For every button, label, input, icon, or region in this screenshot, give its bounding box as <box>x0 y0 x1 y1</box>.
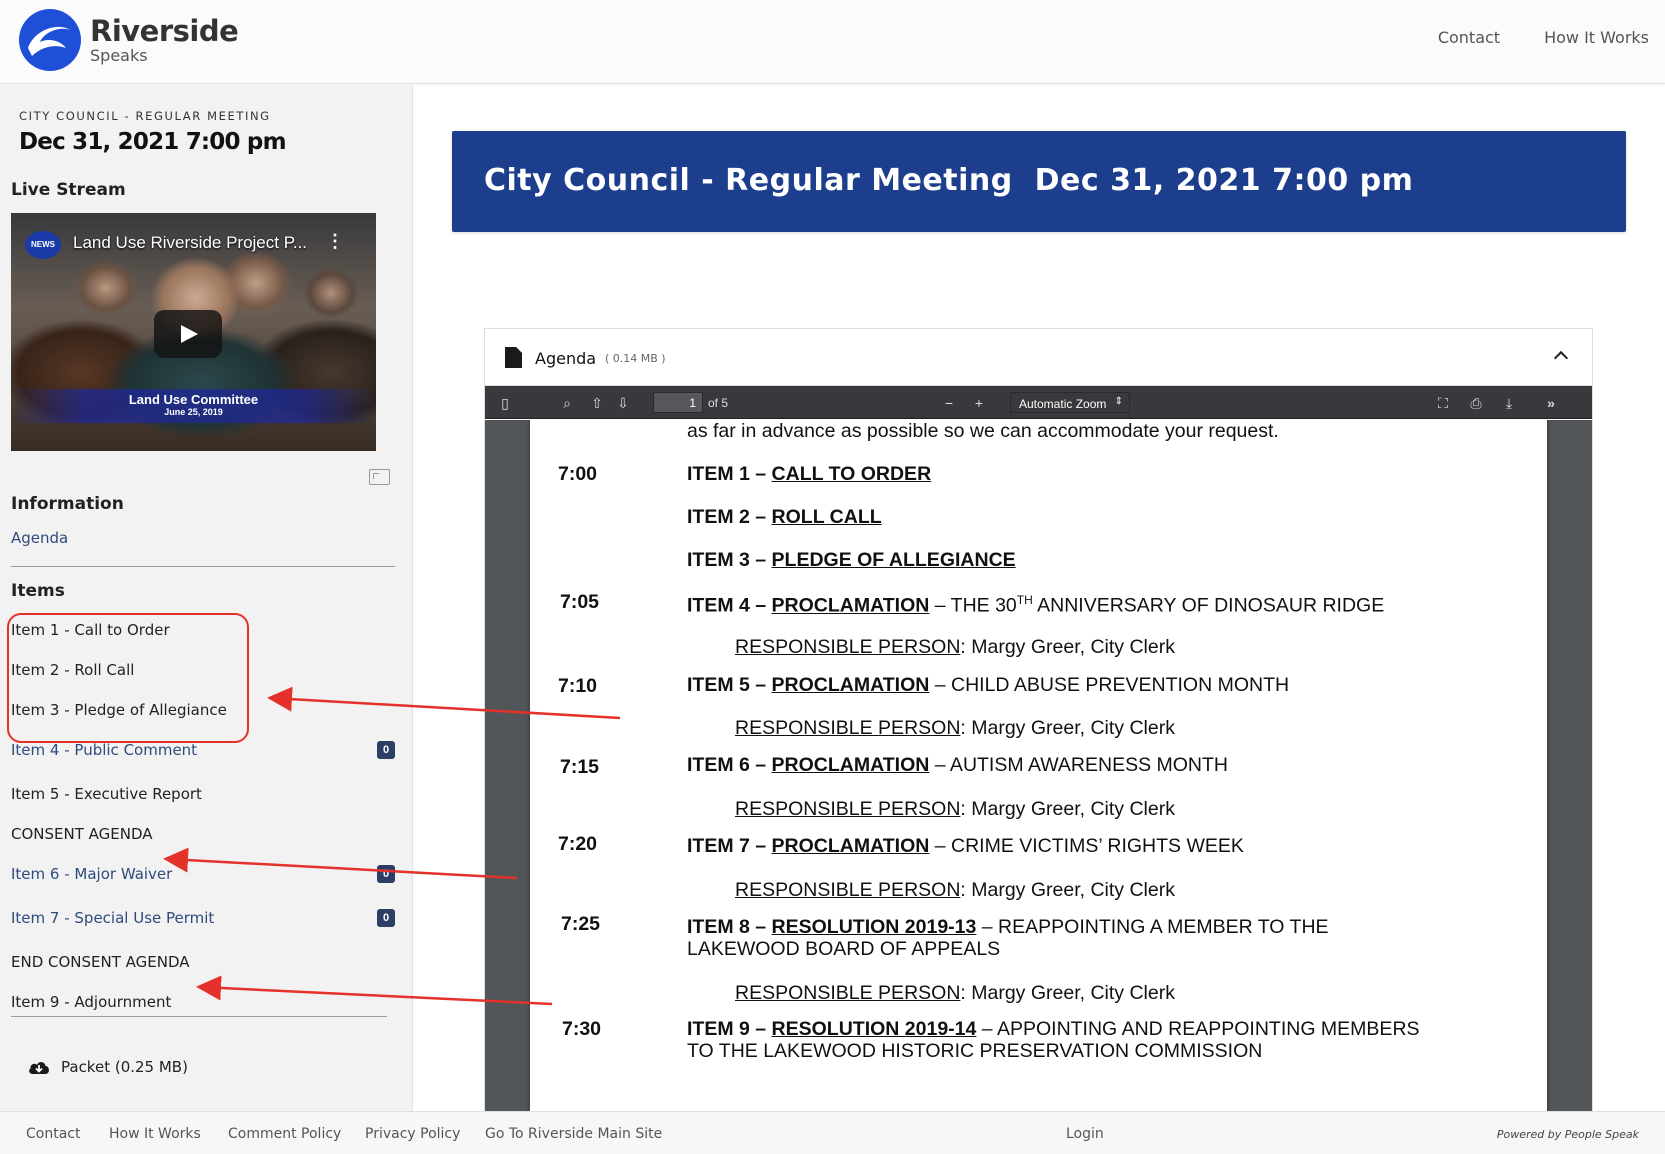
logo-name: Riverside <box>90 13 239 48</box>
print-icon[interactable]: ⎙ <box>1468 395 1484 411</box>
agenda-link[interactable]: Agenda <box>11 529 68 547</box>
fullscreen-icon[interactable]: ⛶ <box>1435 395 1451 411</box>
consent-agenda-label: CONSENT AGENDA <box>11 825 153 843</box>
more-tools-icon[interactable]: » <box>1543 395 1559 411</box>
footer-contact[interactable]: Contact <box>26 1126 80 1142</box>
video-title[interactable]: Land Use Riverside Project P... <box>73 233 307 253</box>
item-public-comment[interactable]: Item 4 - Public Comment <box>11 741 197 759</box>
meeting-banner: City Council - Regular Meeting Dec 31, 2… <box>452 131 1626 232</box>
agenda-item-7: ITEM 7 – PROCLAMATION – CRIME VICTIMS’ R… <box>687 835 1244 857</box>
document-size: ( 0.14 MB ) <box>605 352 666 365</box>
responsible-person: RESPONSIBLE PERSON: Margy Greer, City Cl… <box>735 982 1175 1004</box>
item-executive-report[interactable]: Item 5 - Executive Report <box>11 785 202 803</box>
page-count: of 5 <box>708 396 729 410</box>
next-page-icon[interactable]: ⇩ <box>615 395 631 411</box>
responsible-person: RESPONSIBLE PERSON: Margy Greer, City Cl… <box>735 879 1175 901</box>
agenda-item-8: ITEM 8 – RESOLUTION 2019-13 – REAPPOINTI… <box>687 916 1329 938</box>
item-special-use-permit[interactable]: Item 7 - Special Use Permit <box>11 909 214 927</box>
sidebar: CITY COUNCIL - REGULAR MEETING Dec 31, 2… <box>0 85 413 1111</box>
zoom-select[interactable]: Automatic Zoom ⇕ <box>1010 392 1130 413</box>
page-number-input[interactable]: 1 <box>653 392 703 413</box>
agenda-item-9-line2: TO THE LAKEWOOD HISTORIC PRESERVATION CO… <box>687 1040 1263 1062</box>
download-icon[interactable]: ⤓ <box>1501 395 1517 411</box>
divider <box>11 566 395 567</box>
banner-title: City Council - Regular Meeting Dec 31, 2… <box>484 163 1414 198</box>
collapse-chevron-icon[interactable] <box>1553 350 1569 366</box>
responsible-person: RESPONSIBLE PERSON: Margy Greer, City Cl… <box>735 798 1175 820</box>
responsible-person: RESPONSIBLE PERSON: Margy Greer, City Cl… <box>735 717 1175 739</box>
agenda-item-9: ITEM 9 – RESOLUTION 2019-14 – APPOINTING… <box>687 1018 1420 1040</box>
item-major-waiver[interactable]: Item 6 - Major Waiver <box>11 865 172 883</box>
divider <box>11 1016 387 1017</box>
responsible-person: RESPONSIBLE PERSON: Margy Greer, City Cl… <box>735 636 1175 658</box>
live-stream-video[interactable]: NEWS Land Use Riverside Project P... ⋮ L… <box>11 213 376 451</box>
nav-how-it-works[interactable]: How It Works <box>1544 28 1649 47</box>
pdf-intro-text: as far in advance as possible so we can … <box>687 420 1279 442</box>
end-consent-agenda-label: END CONSENT AGENDA <box>11 953 190 971</box>
annotation-box <box>7 613 249 743</box>
footer-main-site[interactable]: Go To Riverside Main Site <box>485 1126 662 1142</box>
zoom-value: Automatic Zoom <box>1019 397 1107 411</box>
top-nav: Contact How It Works <box>1394 28 1649 47</box>
riverside-logo-icon <box>19 9 81 71</box>
pdf-toolbar: ▯ ⌕ ⇧ ⇩ 1 of 5 − + Automatic Zoom ⇕ ⛶ ⎙ ⤓… <box>485 386 1592 419</box>
time-label: 7:15 <box>560 756 600 778</box>
video-lower-third: Land Use Committee June 25, 2019 <box>11 389 376 423</box>
document-title: Agenda <box>535 349 597 368</box>
agenda-document-panel: Agenda ( 0.14 MB ) ▯ ⌕ ⇧ ⇩ 1 of 5 − + Au… <box>484 328 1593 1111</box>
zoom-in-icon[interactable]: + <box>971 395 987 411</box>
agenda-item-5: ITEM 5 – PROCLAMATION – CHILD ABUSE PREV… <box>687 674 1290 696</box>
agenda-item-6: ITEM 6 – PROCLAMATION – AUTISM AWARENESS… <box>687 754 1229 776</box>
time-label: 7:20 <box>558 833 598 855</box>
footer-privacy-policy[interactable]: Privacy Policy <box>365 1126 460 1142</box>
play-button-icon[interactable] <box>154 310 222 358</box>
top-header: Riverside Speaks Contact How It Works <box>0 0 1665 84</box>
comment-count-badge: 0 <box>377 865 395 883</box>
meeting-date: Dec 31, 2021 7:00 pm <box>19 129 287 155</box>
document-header[interactable]: Agenda ( 0.14 MB ) <box>485 329 1592 386</box>
agenda-item-1: ITEM 1 – CALL TO ORDER <box>687 463 932 485</box>
items-heading: Items <box>11 581 65 601</box>
search-icon[interactable]: ⌕ <box>559 395 575 411</box>
lower-third-date: June 25, 2019 <box>164 407 223 417</box>
pdf-page: as far in advance as possible so we can … <box>530 420 1547 1111</box>
comment-count-badge: 0 <box>377 741 395 759</box>
more-options-icon[interactable]: ⋮ <box>326 231 344 252</box>
time-label: 7:00 <box>558 463 598 485</box>
meeting-type: CITY COUNCIL - REGULAR MEETING <box>19 109 271 123</box>
channel-logo: NEWS <box>25 231 61 259</box>
cloud-download-icon <box>29 1062 49 1074</box>
packet-label[interactable]: Packet (0.25 MB) <box>61 1058 188 1076</box>
time-label: 7:25 <box>561 913 601 935</box>
file-icon <box>505 347 522 368</box>
powered-by: Powered by People Speak <box>1496 1128 1639 1141</box>
live-stream-heading: Live Stream <box>11 180 126 200</box>
lower-third-title: Land Use Committee <box>128 392 259 407</box>
time-label: 7:30 <box>562 1018 602 1040</box>
nav-contact[interactable]: Contact <box>1438 28 1500 47</box>
agenda-item-2: ITEM 2 – ROLL CALL <box>687 506 882 528</box>
footer-how-it-works[interactable]: How It Works <box>109 1126 201 1142</box>
footer-comment-policy[interactable]: Comment Policy <box>228 1126 341 1142</box>
time-label: 7:05 <box>560 591 600 613</box>
item-adjournment[interactable]: Item 9 - Adjournment <box>11 993 171 1011</box>
zoom-out-icon[interactable]: − <box>941 395 957 411</box>
packet-download[interactable]: Packet (0.25 MB) <box>27 1058 188 1076</box>
agenda-item-8-line2: LAKEWOOD BOARD OF APPEALS <box>687 938 1001 960</box>
footer: Contact How It Works Comment Policy Priv… <box>0 1111 1665 1154</box>
site-logo[interactable]: Riverside Speaks <box>18 8 239 72</box>
sidebar-toggle-icon[interactable]: ▯ <box>497 395 513 411</box>
select-arrows-icon: ⇕ <box>1114 396 1123 407</box>
information-heading: Information <box>11 494 124 514</box>
agenda-item-4: ITEM 4 – PROCLAMATION – THE 30TH ANNIVER… <box>687 593 1385 617</box>
pdf-viewer[interactable]: as far in advance as possible so we can … <box>485 420 1592 1111</box>
previous-page-icon[interactable]: ⇧ <box>589 395 605 411</box>
agenda-item-3: ITEM 3 – PLEDGE OF ALLEGIANCE <box>687 549 1016 571</box>
comment-count-badge: 0 <box>377 909 395 927</box>
logo-subtitle: Speaks <box>90 45 148 65</box>
expand-video-icon[interactable] <box>369 469 390 485</box>
time-label: 7:10 <box>558 675 598 697</box>
footer-login[interactable]: Login <box>1066 1126 1104 1142</box>
